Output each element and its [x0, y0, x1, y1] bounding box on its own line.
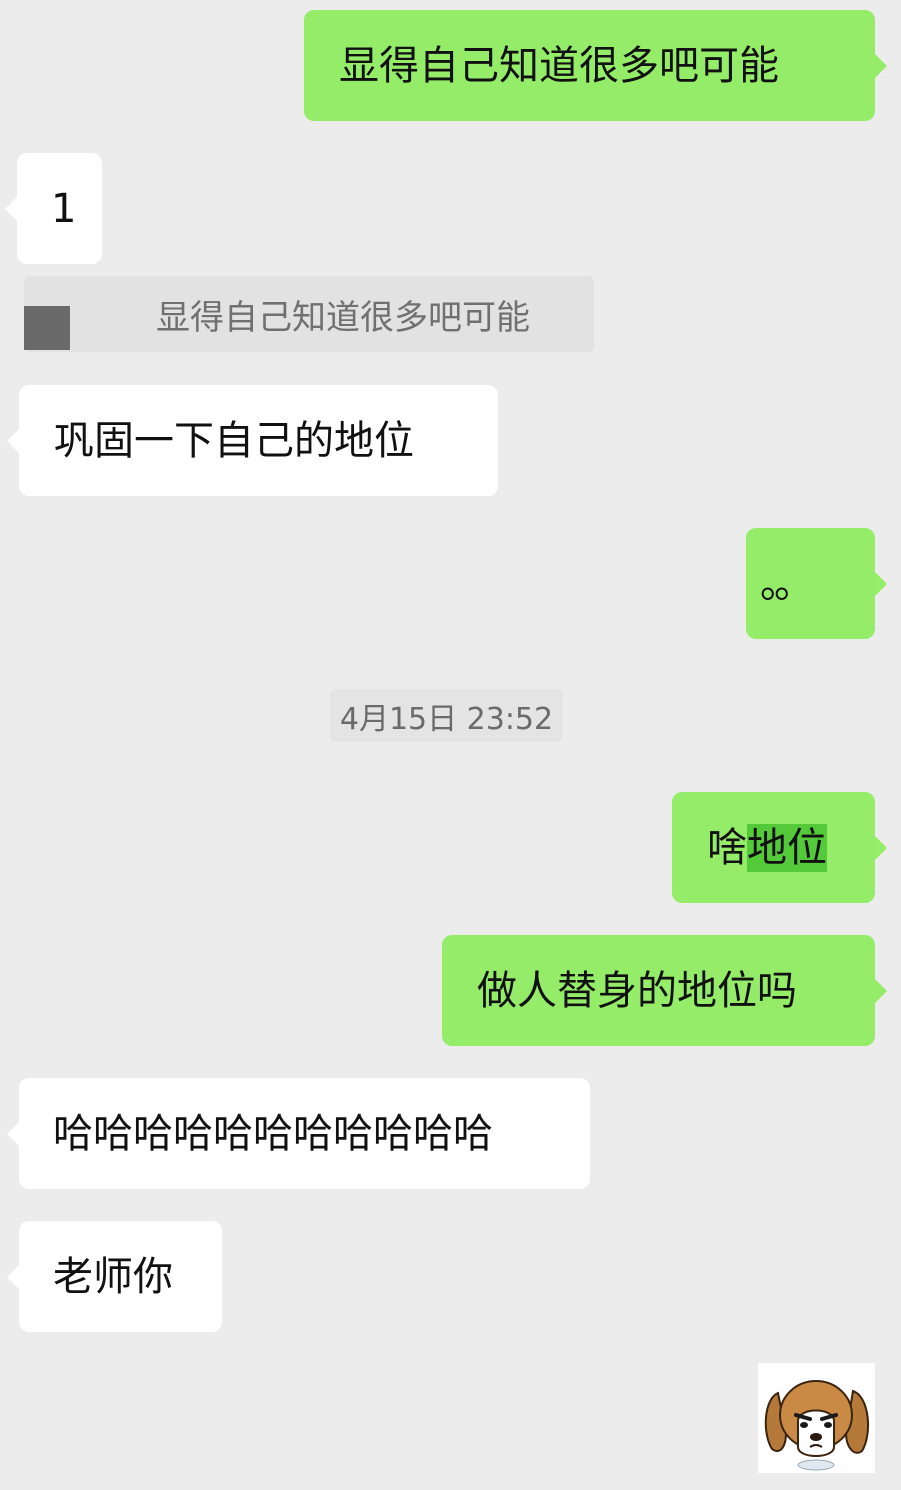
quoted-message-text: 显得自己知道很多吧可能 [156, 297, 530, 338]
message-bubble-sent[interactable]: 做人替身的地位吗 [442, 935, 887, 1046]
chat-area: 显得自己知道很多吧可能 1 显得自己知道很多吧可能 巩固一下自己的地位 。。 4… [0, 0, 901, 1490]
message-text: 啥 [707, 824, 747, 871]
message-bubble-sent[interactable]: 啥地位 [672, 792, 887, 903]
message-bubble-sent[interactable]: 显得自己知道很多吧可能 [304, 10, 887, 121]
selected-text-highlight[interactable]: 地位 [747, 823, 827, 872]
message-bubble-received[interactable]: 老师你 [7, 1221, 222, 1332]
quote-thumbnail-icon [24, 306, 70, 350]
message-bubble-received[interactable]: 哈哈哈哈哈哈哈哈哈哈哈 [7, 1078, 590, 1189]
quoted-message[interactable]: 显得自己知道很多吧可能 [24, 276, 594, 352]
message-bubble-sent[interactable]: 。。 [746, 528, 887, 639]
timestamp: 4月15日 23:52 [330, 689, 563, 742]
message-bubble-received[interactable]: 1 [5, 153, 102, 264]
beagle-dog-sticker-icon[interactable] [758, 1363, 875, 1473]
message-bubble-received[interactable]: 巩固一下自己的地位 [7, 385, 498, 496]
